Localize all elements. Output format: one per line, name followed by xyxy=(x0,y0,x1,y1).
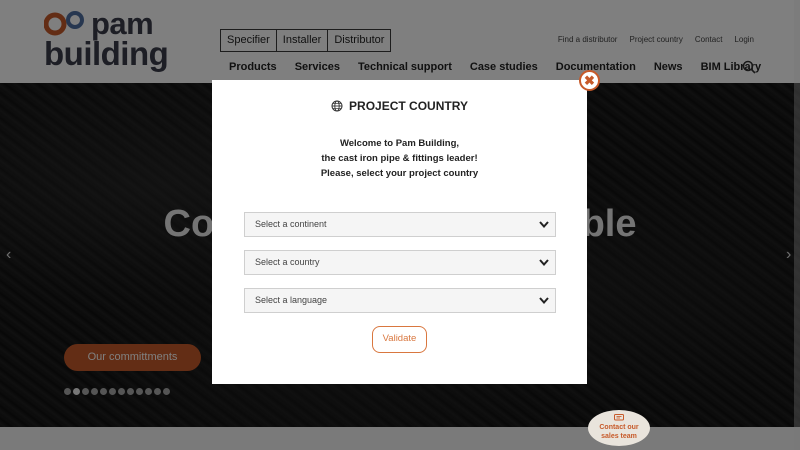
country-select[interactable]: Select a country xyxy=(244,250,556,275)
language-select[interactable]: Select a language xyxy=(244,288,556,313)
welcome-line-2: the cast iron pipe & fittings leader! xyxy=(321,153,478,164)
contact-bubble-line1: Contact our xyxy=(599,424,639,431)
welcome-text: Welcome to Pam Building, the cast iron p… xyxy=(212,136,587,181)
continent-select-value: Select a continent xyxy=(255,219,327,229)
welcome-line-1: Welcome to Pam Building, xyxy=(339,138,460,149)
close-modal-button[interactable]: ✖ xyxy=(579,70,600,91)
project-country-modal: PROJECT COUNTRY Welcome to Pam Building,… xyxy=(212,80,587,384)
chat-icon xyxy=(614,414,624,421)
page-scrollbar[interactable] xyxy=(794,0,800,450)
contact-sales-button[interactable]: Contact our sales team xyxy=(588,410,650,446)
language-select-value: Select a language xyxy=(255,295,328,305)
contact-bubble-line2: sales team xyxy=(601,433,637,440)
globe-icon xyxy=(331,100,343,112)
chevron-down-icon xyxy=(539,297,549,304)
chevron-down-icon xyxy=(539,259,549,266)
validate-button[interactable]: Validate xyxy=(372,326,427,353)
modal-title-row: PROJECT COUNTRY xyxy=(212,99,587,113)
chevron-down-icon xyxy=(539,221,549,228)
country-select-value: Select a country xyxy=(255,257,320,267)
welcome-line-3: Please, select your project country xyxy=(320,168,479,179)
continent-select[interactable]: Select a continent xyxy=(244,212,556,237)
modal-title: PROJECT COUNTRY xyxy=(349,99,468,113)
